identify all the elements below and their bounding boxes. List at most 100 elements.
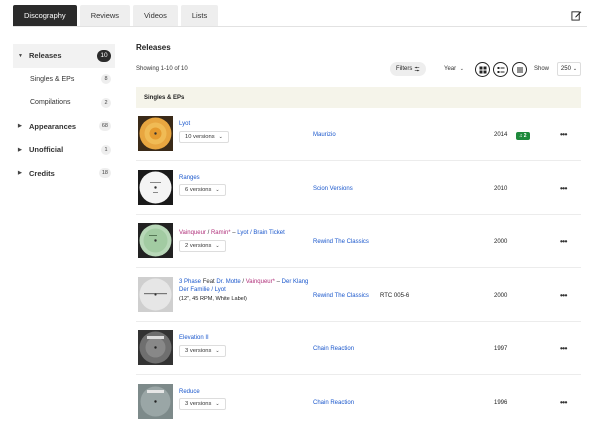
versions-label: 10 versions — [185, 133, 215, 140]
release-row: 3 Phase Feat Dr. Motte / Vainqueur* – De… — [136, 269, 581, 322]
record-label-link[interactable]: Maurizio — [313, 132, 336, 138]
catalog-number: RTC 005-6 — [380, 292, 410, 299]
chevron-down-icon: ▼ — [18, 52, 23, 59]
release-title: Lyot — [179, 120, 311, 129]
more-options-icon[interactable]: ••• — [560, 130, 567, 139]
artist-or-title-link[interactable]: Vainqueur — [179, 230, 206, 236]
vinyl-icon: ♫ — [519, 132, 523, 139]
release-cover[interactable] — [138, 330, 173, 365]
release-year: 2010 — [494, 185, 508, 192]
tab-lists[interactable]: Lists — [180, 5, 219, 26]
artist-or-title-link[interactable]: Lyot — [179, 121, 190, 127]
filters-button[interactable]: Filters — [390, 62, 427, 76]
versions-label: 6 versions — [185, 187, 212, 193]
record-label-link[interactable]: Chain Reaction — [313, 400, 354, 406]
artist-or-title-link[interactable]: Reduce — [179, 389, 200, 395]
more-options-icon[interactable]: ••• — [560, 398, 567, 407]
record-label-link[interactable]: Chain Reaction — [313, 346, 354, 352]
chevron-right-icon: ▶ — [18, 123, 22, 130]
release-year: 2000 — [494, 239, 508, 245]
chevron-down-icon: ⌄ — [459, 66, 464, 72]
chevron-down-icon: ⌄ — [218, 133, 223, 140]
sidebar-item-label: Credits — [29, 168, 55, 178]
release-format: (12", 45 RPM, White Label) — [179, 295, 247, 302]
tab-reviews[interactable]: Reviews — [79, 5, 131, 26]
page-title: Releases — [136, 43, 171, 52]
tab-bar: Discography Reviews Videos Lists — [13, 5, 219, 26]
versions-dropdown[interactable]: 2 versions ⌄ — [179, 239, 226, 252]
more-options-icon[interactable]: ••• — [560, 237, 567, 246]
cover-image — [138, 276, 173, 312]
release-title: Reduce — [179, 388, 311, 397]
list-view-button[interactable] — [512, 62, 527, 77]
versions-dropdown[interactable]: 3 versions ⌄ — [179, 344, 226, 357]
artist-or-title-link[interactable]: Elevation II — [179, 335, 209, 341]
count-badge: 8 — [101, 74, 111, 85]
artist-or-title-link[interactable]: Lyot / Brain Ticket — [237, 230, 284, 236]
versions-dropdown[interactable]: 3 versions ⌄ — [179, 398, 226, 410]
sidebar-item-label: Releases — [29, 51, 62, 61]
release-row: Vainqueur / Ramin* – Lyot / Brain Ticket… — [136, 215, 581, 268]
sidebar-item-singles-eps[interactable]: Singles & EPs 8 — [13, 68, 115, 92]
chevron-down-icon: ⌄ — [215, 401, 220, 407]
versions-dropdown[interactable]: 10 versions ⌄ — [179, 130, 229, 143]
sidebar-item-releases[interactable]: ▼ Releases 10 — [13, 44, 115, 68]
release-title-area: Reduce 3 versions ⌄ — [179, 388, 311, 410]
cover-image — [138, 223, 173, 258]
release-title: 3 Phase Feat Dr. Motte / Vainqueur* – De… — [179, 278, 311, 295]
page-size-select[interactable]: 250 ⌄ — [557, 62, 581, 76]
edit-icon[interactable] — [571, 10, 582, 21]
release-row: Lyot 10 versions ⌄ Maurizio 2014 ♫ 2 ••• — [136, 108, 581, 161]
title-separator: – — [274, 278, 282, 285]
record-label-link[interactable]: Rewind The Classics — [313, 293, 369, 299]
release-year: 1996 — [494, 399, 508, 406]
year-sort-select[interactable]: Year ⌄ — [444, 66, 464, 72]
record-label-link[interactable]: Scion Versions — [313, 186, 353, 192]
versions-label: 3 versions — [185, 347, 212, 354]
count-badge: 68 — [98, 121, 111, 132]
page-size-value: 250 — [560, 66, 571, 72]
grid-view-button[interactable] — [475, 62, 490, 77]
artist-or-title-link[interactable]: Ranges — [179, 175, 200, 181]
sidebar-item-label: Compilations — [30, 99, 71, 107]
show-label: Show — [534, 66, 550, 72]
release-cover[interactable] — [138, 116, 173, 151]
sidebar-item-appearances[interactable]: ▶ Appearances 68 — [13, 115, 115, 139]
chevron-down-icon: ⌄ — [572, 66, 578, 72]
artist-or-title-link[interactable]: 3 Phase — [179, 279, 201, 285]
sidebar-item-credits[interactable]: ▶ Credits 18 — [13, 162, 115, 186]
release-cover[interactable] — [138, 169, 173, 205]
more-options-icon[interactable]: ••• — [560, 291, 567, 300]
record-label-link[interactable]: Rewind The Classics — [313, 239, 369, 245]
release-title: Elevation II — [179, 334, 311, 343]
year-sort-label: Year — [444, 66, 457, 72]
release-title-area: 3 Phase Feat Dr. Motte / Vainqueur* – De… — [179, 278, 311, 303]
chevron-right-icon: ▶ — [18, 170, 22, 177]
artist-or-title-link[interactable]: Ramin* — [211, 230, 231, 236]
sidebar-item-compilations[interactable]: Compilations 2 — [13, 91, 115, 115]
chevron-down-icon: ⌄ — [215, 187, 220, 193]
release-year: 2014 — [494, 132, 508, 138]
badge-count: 2 — [523, 132, 527, 139]
chevron-right-icon: ▶ — [18, 146, 22, 153]
versions-dropdown[interactable]: 6 versions ⌄ — [179, 184, 226, 196]
section-header-singles-eps: Singles & EPs — [136, 87, 581, 108]
release-cover[interactable] — [138, 383, 173, 419]
list-image-view-button[interactable] — [493, 62, 508, 77]
release-title-area: Vainqueur / Ramin* – Lyot / Brain Ticket… — [179, 229, 311, 252]
artist-or-title-link[interactable]: Dr. Motte — [216, 279, 240, 285]
release-year: 2000 — [494, 292, 508, 299]
more-options-icon[interactable]: ••• — [560, 184, 567, 193]
release-title: Ranges — [179, 174, 311, 183]
more-options-icon[interactable]: ••• — [560, 344, 567, 353]
release-cover[interactable] — [138, 223, 173, 258]
tab-videos[interactable]: Videos — [133, 5, 178, 26]
release-row: Reduce 3 versions ⌄ Chain Reaction 1996 ••• — [136, 376, 581, 423]
count-badge: 18 — [98, 168, 111, 179]
release-cover[interactable] — [138, 276, 173, 312]
sidebar-item-unofficial[interactable]: ▶ Unofficial 1 — [13, 138, 115, 162]
tab-discography[interactable]: Discography — [13, 5, 77, 26]
release-row: Ranges 6 versions ⌄ Scion Versions 2010 ••• — [136, 162, 581, 215]
in-collection-badge[interactable]: ♫ 2 — [516, 131, 530, 140]
artist-or-title-link[interactable]: Vainqueur* — [246, 279, 275, 285]
